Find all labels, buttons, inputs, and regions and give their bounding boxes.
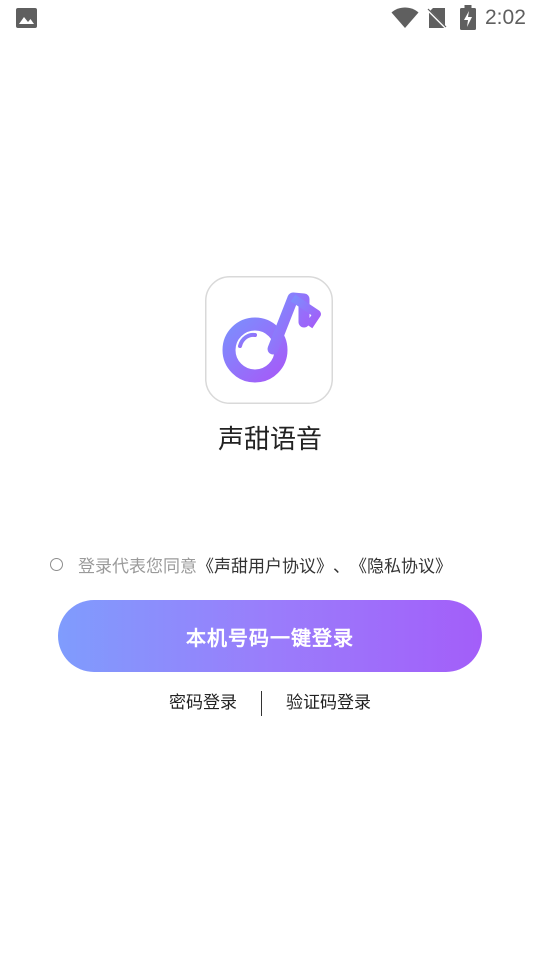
music-note-logo-icon bbox=[205, 276, 333, 404]
status-time: 2:02 bbox=[485, 6, 526, 29]
gallery-icon bbox=[16, 8, 37, 28]
no-sim-icon bbox=[427, 8, 447, 29]
agreement-checkbox[interactable] bbox=[50, 557, 63, 571]
user-agreement-link[interactable]: 《声甜用户协议》 bbox=[197, 552, 333, 577]
agreement-separator: 、 bbox=[333, 556, 350, 577]
app-name: 声甜语音 bbox=[217, 425, 322, 455]
status-bar: 2:02 bbox=[0, 0, 540, 36]
divider bbox=[261, 691, 262, 716]
alternative-login-row: 密码登录 验证码登录 bbox=[0, 688, 540, 718]
one-click-login-button[interactable]: 本机号码一键登录 bbox=[58, 600, 482, 672]
code-login-link[interactable]: 验证码登录 bbox=[286, 690, 371, 716]
password-login-link[interactable]: 密码登录 bbox=[169, 690, 237, 716]
agreement-row: 登录代表您同意 《声甜用户协议》 、 《隐私协议》 bbox=[50, 550, 452, 578]
wifi-icon bbox=[391, 7, 419, 28]
agreement-prefix: 登录代表您同意 bbox=[78, 556, 197, 577]
privacy-policy-link[interactable]: 《隐私协议》 bbox=[350, 552, 452, 577]
battery-charging-icon bbox=[460, 5, 476, 30]
